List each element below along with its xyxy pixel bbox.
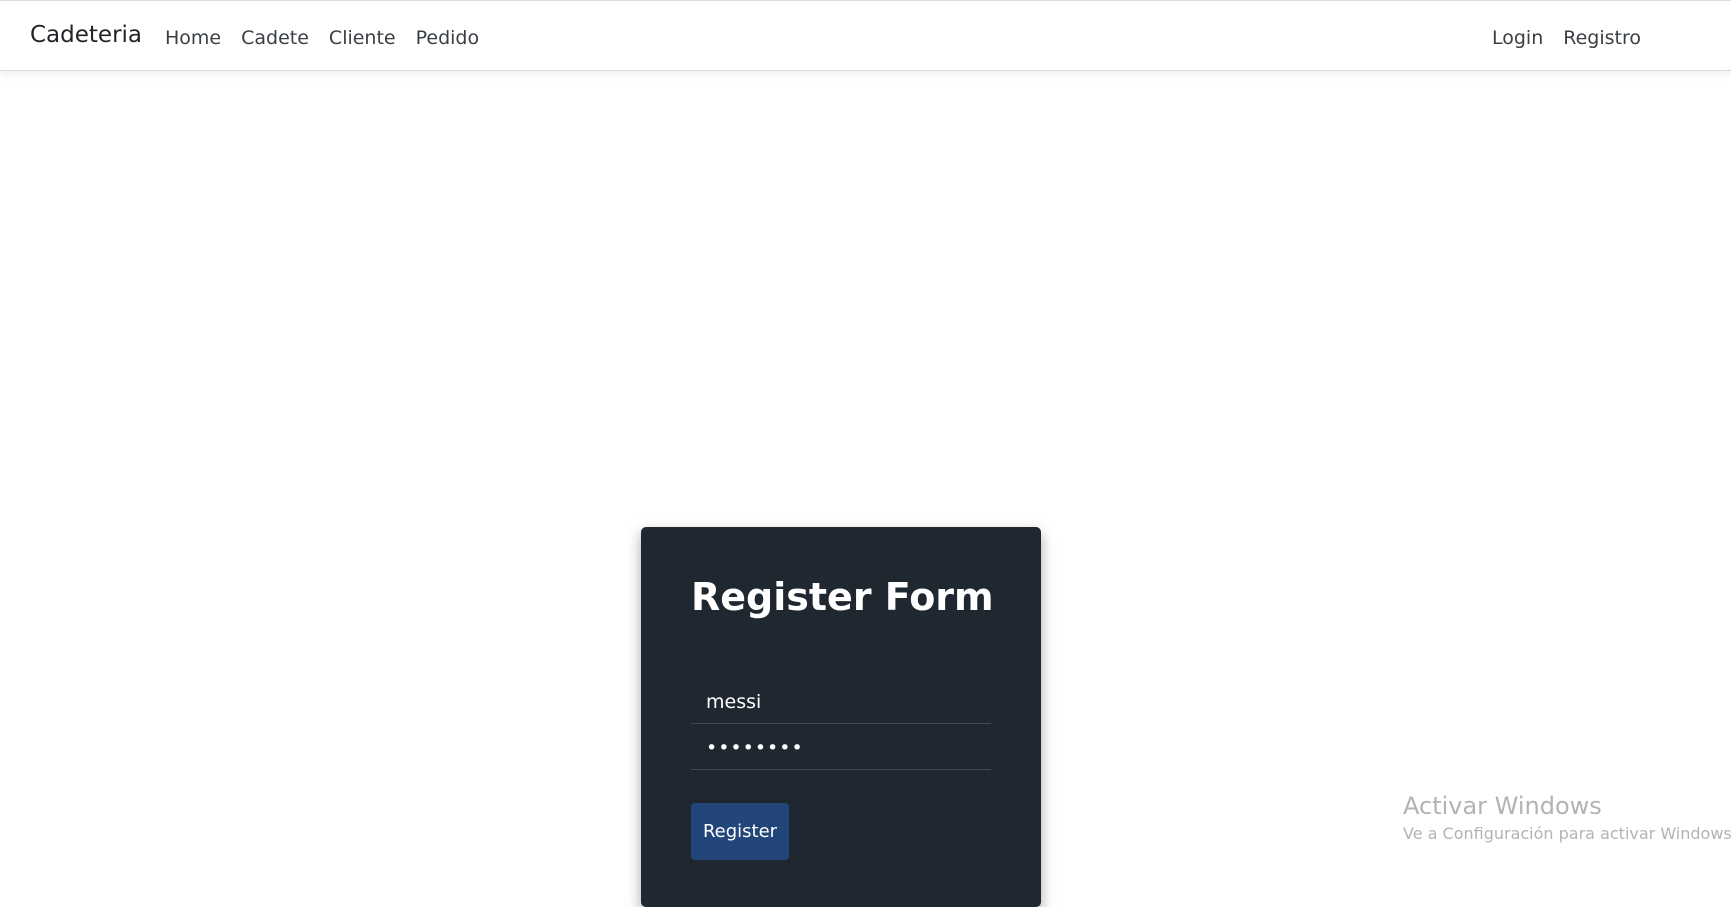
windows-activation-watermark: Activar Windows Ve a Configuración para … — [1403, 792, 1731, 843]
register-button[interactable]: Register — [691, 803, 789, 860]
watermark-subtitle: Ve a Configuración para activar Windows. — [1403, 824, 1731, 843]
navbar: Cadeteria Home Cadete Cliente Pedido Log… — [0, 0, 1731, 71]
nav-link-registro[interactable]: Registro — [1563, 27, 1641, 49]
nav-link-cliente[interactable]: Cliente — [329, 27, 396, 49]
nav-right-group: Login Registro — [1492, 27, 1641, 49]
nav-link-login[interactable]: Login — [1492, 27, 1543, 49]
nav-left-group: Home Cadete Cliente Pedido — [165, 27, 479, 49]
watermark-title: Activar Windows — [1403, 792, 1602, 820]
nav-link-cadete[interactable]: Cadete — [241, 27, 309, 49]
register-form-title: Register Form — [691, 575, 994, 619]
brand-link[interactable]: Cadeteria — [30, 22, 142, 48]
username-input[interactable] — [691, 680, 991, 724]
password-input[interactable] — [691, 726, 991, 770]
nav-link-home[interactable]: Home — [165, 27, 221, 49]
nav-link-pedido[interactable]: Pedido — [416, 27, 480, 49]
register-card: Register Form Register — [641, 527, 1041, 907]
